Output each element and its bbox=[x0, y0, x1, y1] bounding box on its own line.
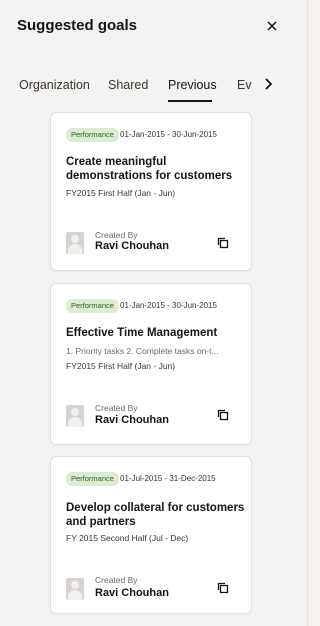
creator-name: Ravi Chouhan bbox=[95, 414, 169, 426]
goal-card[interactable]: Performance 01-Jul-2015 - 31-Dec-2015 De… bbox=[50, 456, 252, 614]
created-by-label: Created By bbox=[95, 230, 138, 240]
avatar bbox=[66, 232, 84, 254]
goal-type-badge: Performance bbox=[66, 299, 119, 313]
goal-type-badge: Performance bbox=[66, 472, 119, 486]
close-button[interactable] bbox=[262, 16, 282, 36]
goal-period: FY2015 First Half (Jan - Jun) bbox=[66, 188, 176, 198]
suggested-goals-panel: Suggested goals Organization Shared Prev… bbox=[0, 0, 308, 626]
copy-goal-button[interactable] bbox=[217, 581, 233, 597]
tab-previous[interactable]: Previous bbox=[168, 72, 217, 102]
goal-title[interactable]: Effective Time Management bbox=[66, 326, 246, 340]
avatar bbox=[66, 405, 84, 427]
goal-dates: 01-Jul-2015 - 31-Dec-2015 bbox=[120, 474, 216, 483]
tab-scroll-next-button[interactable] bbox=[258, 74, 278, 94]
goal-title[interactable]: Create meaningful demonstrations for cus… bbox=[66, 155, 246, 183]
copy-goal-button[interactable] bbox=[217, 408, 233, 424]
close-icon bbox=[267, 21, 277, 31]
creator-name: Ravi Chouhan bbox=[95, 240, 169, 252]
tab-shared[interactable]: Shared bbox=[108, 72, 148, 102]
goal-period: FY2015 First Half (Jan - Jun) bbox=[66, 361, 176, 371]
copy-goal-button[interactable] bbox=[217, 236, 233, 252]
avatar bbox=[66, 578, 84, 600]
creator-name: Ravi Chouhan bbox=[95, 587, 169, 599]
goal-description: 1. Priority tasks 2. Complete tasks on-t… bbox=[66, 346, 219, 356]
goal-type-badge: Performance bbox=[66, 128, 119, 142]
copy-icon bbox=[217, 237, 229, 249]
goal-period: FY 2015 Second Half (Jul - Dec) bbox=[66, 533, 189, 543]
goal-dates: 01-Jan-2015 - 30-Jun-2015 bbox=[120, 130, 217, 139]
tab-evaluations[interactable]: Ev bbox=[237, 72, 252, 102]
goal-card[interactable]: Performance 01-Jan-2015 - 30-Jun-2015 Cr… bbox=[50, 112, 252, 271]
chevron-right-icon bbox=[265, 78, 272, 90]
panel-title: Suggested goals bbox=[17, 17, 138, 34]
created-by-label: Created By bbox=[95, 403, 138, 413]
copy-icon bbox=[217, 582, 229, 594]
created-by-label: Created By bbox=[95, 575, 138, 585]
copy-icon bbox=[217, 409, 229, 421]
panel-header: Suggested goals bbox=[0, 0, 308, 54]
goal-dates: 01-Jan-2015 - 30-Jun-2015 bbox=[120, 301, 217, 310]
goal-card[interactable]: Performance 01-Jan-2015 - 30-Jun-2015 Ef… bbox=[50, 283, 252, 445]
goal-title[interactable]: Develop collateral for customers and par… bbox=[66, 501, 246, 529]
tab-organization[interactable]: Organization bbox=[19, 72, 90, 102]
